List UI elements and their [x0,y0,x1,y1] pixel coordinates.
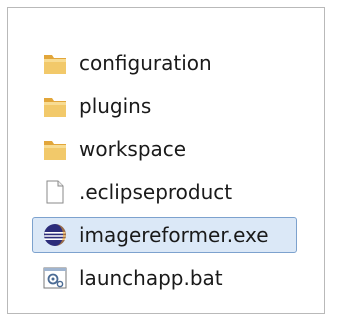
list-item-configuration[interactable]: configuration [32,45,297,81]
item-label: workspace [79,137,187,161]
list-item-plugins[interactable]: plugins [32,88,297,124]
batch-file-icon [39,262,71,294]
folder-icon [39,90,71,122]
file-list-pane: configuration plugins workspace .eclipse… [7,7,325,314]
eclipse-icon [39,219,71,251]
item-label: plugins [79,94,152,118]
item-label: launchapp.bat [79,266,223,290]
folder-icon [39,133,71,165]
list-item-workspace[interactable]: workspace [32,131,297,167]
list-item-eclipseproduct[interactable]: .eclipseproduct [32,174,297,210]
item-label: .eclipseproduct [79,180,233,204]
list-item-launchapp-bat[interactable]: launchapp.bat [32,260,297,296]
folder-icon [39,47,71,79]
item-label: imagereformer.exe [79,223,269,247]
item-label: configuration [79,51,212,75]
document-icon [39,176,71,208]
file-list: configuration plugins workspace .eclipse… [32,45,297,303]
list-item-imagereformer-exe[interactable]: imagereformer.exe [32,217,297,253]
